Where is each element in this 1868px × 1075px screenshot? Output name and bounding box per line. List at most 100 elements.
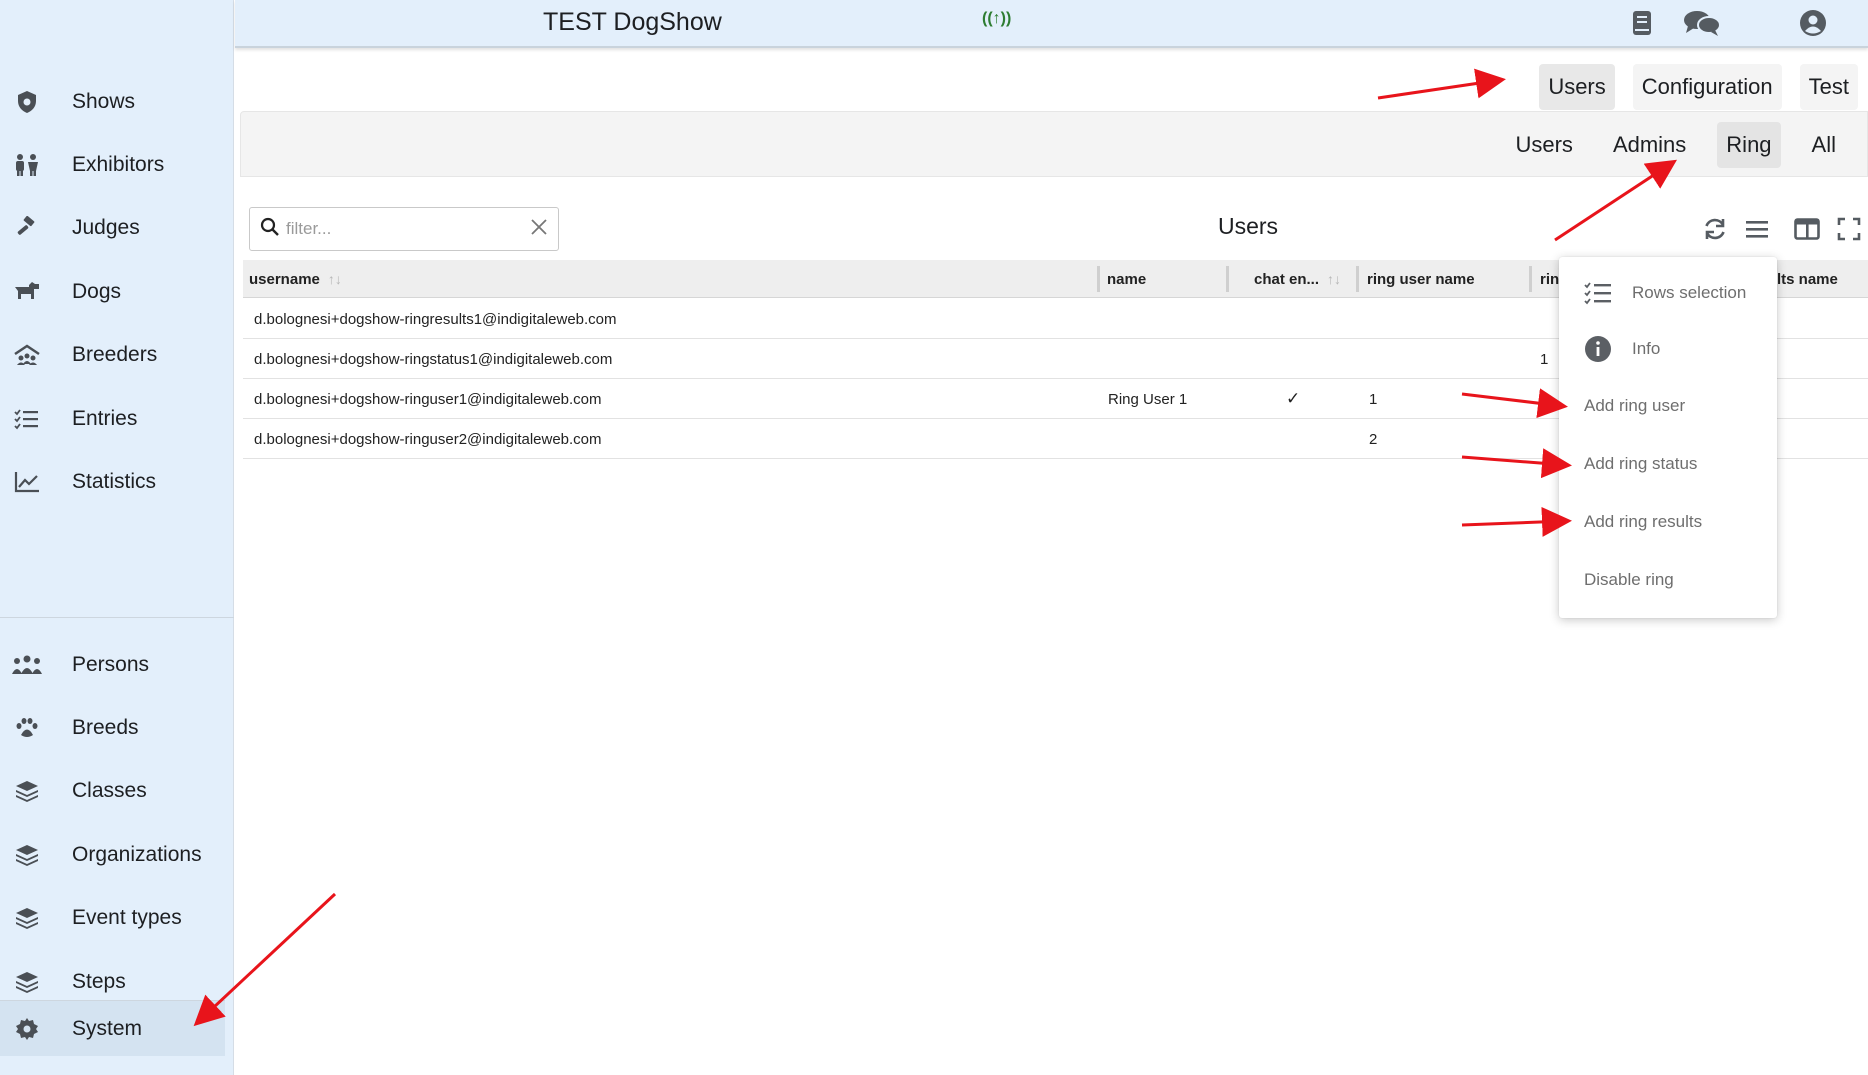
app-title: TEST DogShow — [543, 8, 722, 36]
sidebar-item-label: Steps — [72, 969, 126, 993]
column-resizer[interactable] — [1097, 266, 1100, 292]
cell-name: Ring User 1 — [1108, 390, 1188, 408]
subtab-ring[interactable]: Ring — [1717, 122, 1781, 168]
sidebar-item-label: Breeds — [72, 716, 139, 740]
subtab-all[interactable]: All — [1803, 122, 1845, 168]
column-resizer[interactable] — [1226, 266, 1229, 292]
cell-username: d.bolognesi+dogshow-ringstatus1@indigita… — [254, 350, 613, 368]
main-tabs: Users Configuration Test — [1539, 64, 1858, 110]
sidebar-item-organizations[interactable]: Organizations — [0, 823, 234, 886]
column-header-label: name — [1107, 270, 1147, 288]
sidebar-item-exhibitors[interactable]: Exhibitors — [0, 133, 234, 196]
sidebar-item-judges[interactable]: Judges — [0, 197, 234, 260]
sidebar-item-event-types[interactable]: Event types — [0, 887, 234, 950]
shield-dog-icon — [12, 90, 42, 114]
paw-icon — [12, 716, 42, 740]
sidebar-item-label: Shows — [72, 89, 136, 113]
gear-icon — [12, 1017, 42, 1041]
sidebar-bottom-group: Persons Breeds Classes Organizations Eve… — [0, 617, 234, 1013]
list-check-icon — [1584, 279, 1612, 307]
column-header-label: chat en... — [1254, 270, 1320, 288]
menu-icon[interactable] — [1742, 214, 1772, 244]
filter-input[interactable] — [286, 219, 530, 239]
subtab-admins[interactable]: Admins — [1604, 122, 1695, 168]
sidebar: Shows Exhibitors Judges Dogs Breeders En… — [0, 0, 234, 1075]
clear-icon[interactable] — [530, 218, 548, 241]
sidebar-item-label: Organizations — [72, 842, 202, 866]
dog-icon — [12, 280, 42, 304]
menu-item-rows-selection[interactable]: Rows selection — [1559, 271, 1777, 315]
group-icon — [12, 653, 42, 677]
layers-icon — [12, 906, 42, 930]
sidebar-item-entries[interactable]: Entries — [0, 387, 234, 450]
column-header-label: lts name — [1777, 270, 1838, 288]
layers-icon — [12, 970, 42, 994]
column-header-label: username — [249, 270, 320, 288]
menu-item-label: Add ring status — [1584, 454, 1698, 473]
cell-ring-user-name: 2 — [1369, 430, 1378, 448]
column-resizer[interactable] — [1356, 266, 1359, 292]
sidebar-item-statistics[interactable]: Statistics — [0, 450, 234, 513]
menu-item-add-ring-results[interactable]: Add ring results — [1559, 500, 1777, 544]
sidebar-item-label: Classes — [72, 779, 147, 803]
book-icon[interactable] — [1627, 8, 1657, 38]
sort-icon[interactable]: ↑↓ — [328, 271, 342, 287]
sidebar-item-breeds[interactable]: Breeds — [0, 696, 234, 759]
sidebar-item-label: Breeders — [72, 343, 158, 367]
column-header-chat-enabled[interactable]: chat en... ↑↓ — [1254, 260, 1341, 298]
sub-tabs: Users Admins Ring All — [1506, 122, 1845, 168]
info-icon — [1584, 335, 1612, 363]
column-header-label: rin — [1540, 270, 1560, 288]
chart-line-icon — [12, 470, 42, 494]
sidebar-item-label: Entries — [72, 406, 138, 430]
cell-username: d.bolognesi+dogshow-ringuser2@indigitale… — [254, 430, 602, 448]
sidebar-item-shows[interactable]: Shows — [0, 70, 234, 133]
column-header-ring[interactable]: rin — [1540, 260, 1559, 298]
sort-icon[interactable]: ↑↓ — [1327, 271, 1341, 287]
subtab-users[interactable]: Users — [1506, 122, 1581, 168]
signal-icon: ((↑)) — [982, 10, 1012, 27]
column-header-results-name[interactable]: lts name — [1777, 260, 1838, 298]
cell-ring: 1 — [1540, 350, 1549, 368]
gavel-icon — [12, 216, 42, 240]
menu-item-disable-ring[interactable]: Disable ring — [1559, 558, 1777, 602]
menu-item-info[interactable]: Info — [1559, 327, 1777, 371]
menu-item-add-ring-status[interactable]: Add ring status — [1559, 442, 1777, 486]
tab-configuration[interactable]: Configuration — [1632, 64, 1782, 110]
cell-username: d.bolognesi+dogshow-ringresults1@indigit… — [254, 310, 617, 328]
chat-icon[interactable] — [1681, 8, 1723, 38]
cell-username: d.bolognesi+dogshow-ringuser1@indigitale… — [254, 390, 602, 408]
account-icon[interactable] — [1798, 8, 1828, 38]
annotation-arrow — [1461, 506, 1572, 537]
sidebar-item-label: Judges — [72, 216, 140, 240]
refresh-icon[interactable] — [1700, 214, 1730, 244]
column-resizer[interactable] — [1529, 266, 1532, 292]
sub-tab-panel: Users Admins Ring All — [240, 111, 1868, 177]
sidebar-item-persons[interactable]: Persons — [0, 633, 234, 696]
column-header-name[interactable]: name — [1107, 260, 1146, 298]
sidebar-item-label: Dogs — [72, 279, 122, 303]
menu-item-label: Add ring user — [1584, 396, 1686, 415]
sidebar-item-breeders[interactable]: Breeders — [0, 324, 234, 387]
column-header-label: ring user name — [1367, 270, 1475, 288]
sidebar-item-classes[interactable]: Classes — [0, 760, 234, 823]
sidebar-item-label: Exhibitors — [72, 153, 165, 177]
menu-item-label: Add ring results — [1584, 512, 1703, 531]
fullscreen-icon[interactable] — [1834, 214, 1864, 244]
checklist-icon — [12, 407, 42, 431]
tab-test[interactable]: Test — [1799, 64, 1858, 110]
column-header-username[interactable]: username ↑↓ — [249, 260, 342, 298]
sidebar-item-system[interactable]: System — [0, 1000, 225, 1056]
sidebar-item-label: System — [72, 1016, 143, 1040]
menu-item-add-ring-user[interactable]: Add ring user — [1559, 384, 1777, 428]
sidebar-item-label: Statistics — [72, 470, 157, 494]
menu-item-label: Info — [1632, 339, 1661, 358]
tab-users[interactable]: Users — [1539, 64, 1615, 110]
columns-icon[interactable] — [1792, 214, 1822, 244]
column-header-ring-user-name[interactable]: ring user name — [1367, 260, 1475, 298]
sidebar-item-dogs[interactable]: Dogs — [0, 260, 234, 323]
people-icon — [12, 153, 42, 177]
filter-box — [249, 207, 559, 251]
sidebar-item-label: Event types — [72, 906, 182, 930]
layers-icon — [12, 779, 42, 803]
